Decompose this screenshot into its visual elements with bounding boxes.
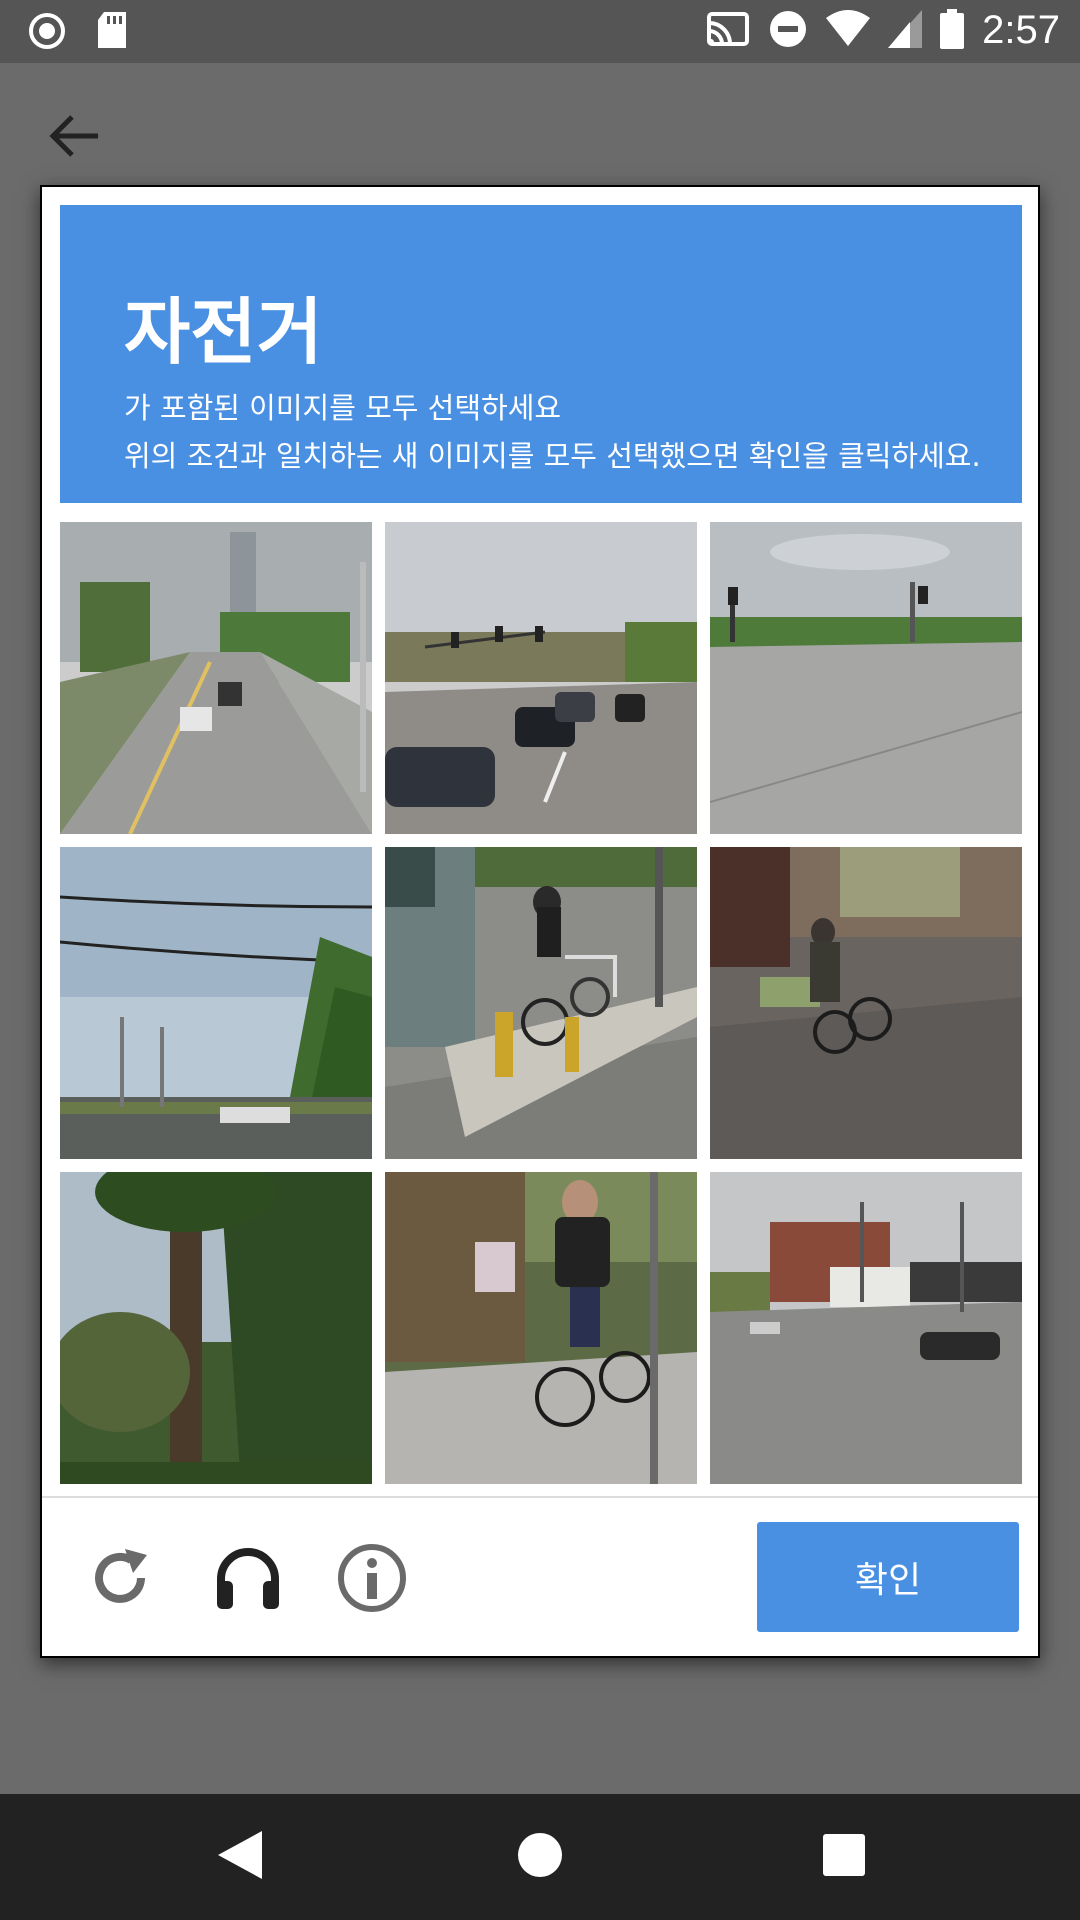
captcha-tile-5[interactable] (385, 847, 697, 1159)
do-not-disturb-icon (768, 9, 808, 53)
captcha-tile-1[interactable] (60, 522, 372, 834)
audio-challenge-button[interactable] (210, 1542, 286, 1618)
home-circle-icon (517, 1832, 563, 1882)
system-nav-bar (0, 1794, 1080, 1920)
captcha-image-grid (60, 522, 1022, 1484)
captcha-dialog: 자전거 가 포함된 이미지를 모두 선택하세요 위의 조건과 일치하는 새 이미… (40, 185, 1040, 1658)
system-home-button[interactable] (512, 1829, 568, 1885)
captcha-tile-4[interactable] (60, 847, 372, 1159)
battery-icon (940, 8, 965, 53)
system-back-button[interactable] (212, 1829, 268, 1885)
reload-button[interactable] (82, 1542, 158, 1618)
tile-image-man-bicycle (385, 1172, 697, 1484)
captcha-tile-7[interactable] (60, 1172, 372, 1484)
tile-image-power-lines (60, 847, 372, 1159)
captcha-tile-8[interactable] (385, 1172, 697, 1484)
cell-signal-icon (888, 9, 923, 52)
headphones-icon (213, 1543, 283, 1617)
cast-icon (706, 11, 750, 51)
recents-square-icon (823, 1834, 865, 1880)
captcha-title: 자전거 (124, 290, 323, 374)
sd-card-icon (96, 12, 128, 54)
tile-image-empty-road (710, 522, 1022, 834)
wifi-icon (826, 9, 871, 52)
footer-divider (42, 1496, 1038, 1498)
status-bar: 2:57 (0, 0, 1080, 63)
arrow-back-icon (48, 115, 100, 164)
back-triangle-icon (218, 1831, 262, 1883)
system-recents-button[interactable] (816, 1829, 872, 1885)
captcha-instruction: 가 포함된 이미지를 모두 선택하세요 (124, 391, 562, 425)
captcha-tile-6[interactable] (710, 847, 1022, 1159)
captcha-tile-2[interactable] (385, 522, 697, 834)
tile-image-cyclist (710, 847, 1022, 1159)
info-button[interactable] (334, 1542, 410, 1618)
captcha-sub-instruction: 위의 조건과 일치하는 새 이미지를 모두 선택했으면 확인을 클릭하세요. (124, 439, 981, 473)
info-icon (337, 1543, 407, 1617)
tile-image-street-corner (710, 1172, 1022, 1484)
tile-image-palm-tree (60, 1172, 372, 1484)
captcha-tile-3[interactable] (710, 522, 1022, 834)
back-button[interactable] (48, 112, 100, 160)
tile-image-bike-rack (385, 847, 697, 1159)
captcha-tile-9[interactable] (710, 1172, 1022, 1484)
record-icon (28, 12, 66, 54)
verify-button[interactable]: 확인 (757, 1522, 1019, 1632)
reload-icon (87, 1545, 153, 1615)
tile-image-road (60, 522, 372, 834)
status-time: 2:57 (982, 8, 1060, 52)
tile-image-intersection (385, 522, 697, 834)
captcha-header: 자전거 가 포함된 이미지를 모두 선택하세요 위의 조건과 일치하는 새 이미… (60, 205, 1022, 503)
